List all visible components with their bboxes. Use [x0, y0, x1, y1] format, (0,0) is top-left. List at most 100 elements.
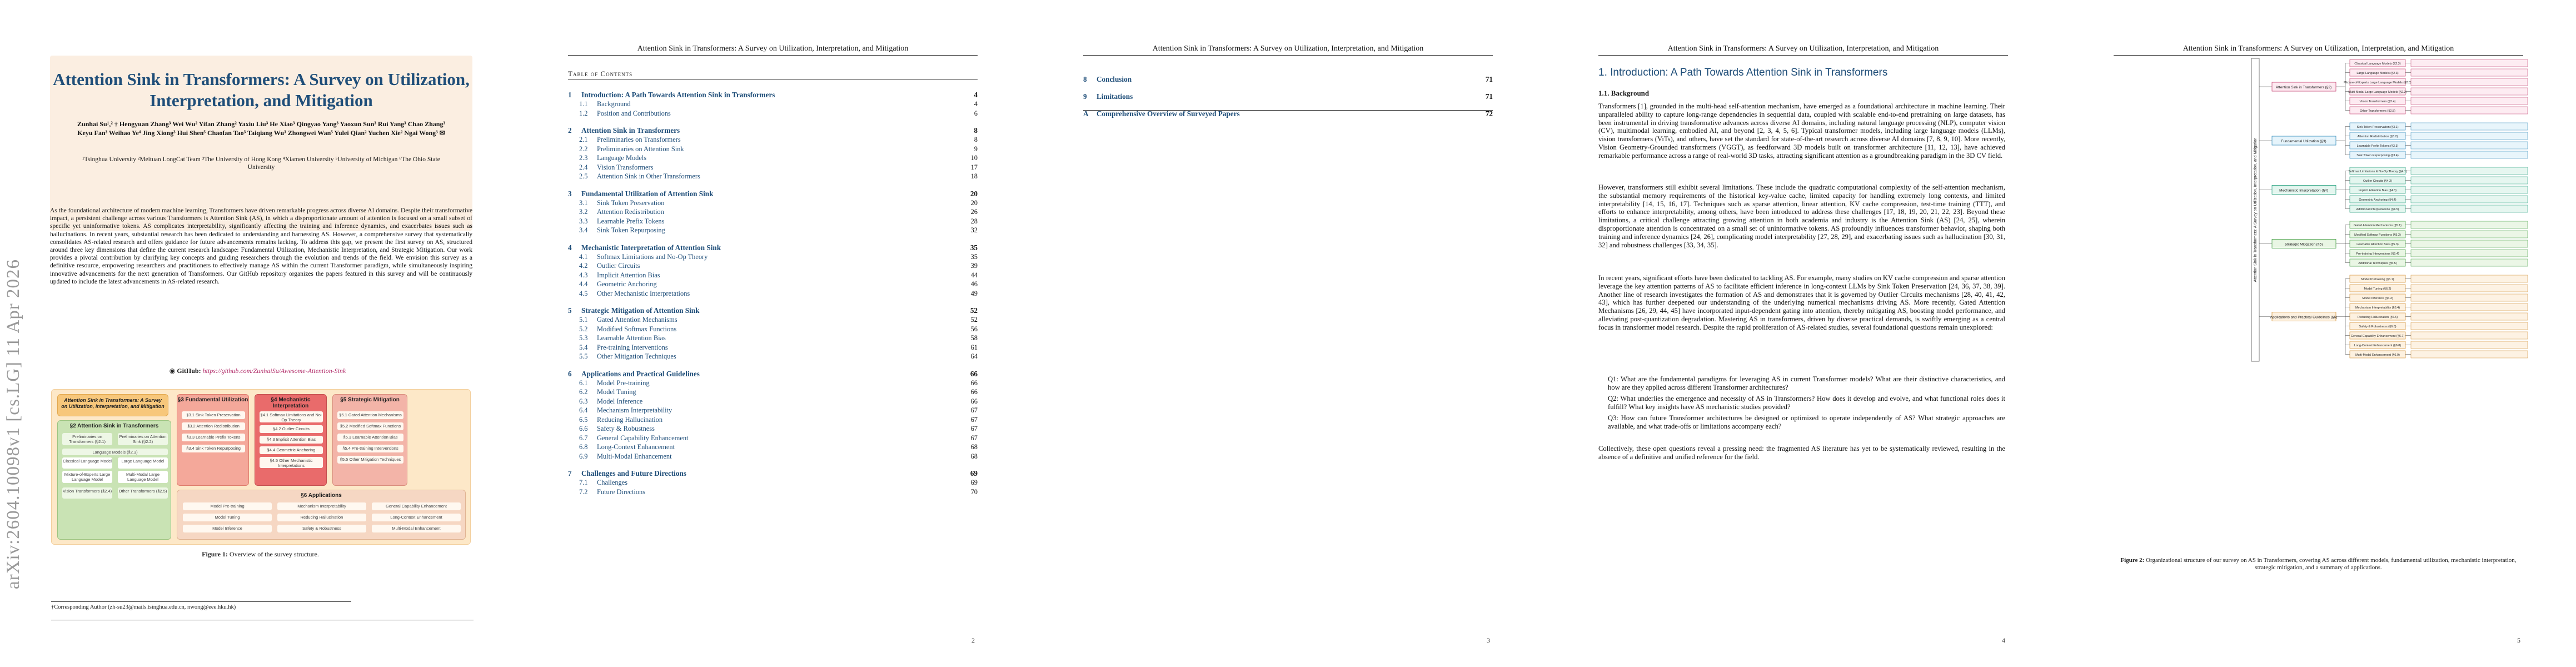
page-1: arXiv:2604.10098v1 [cs.LG] 11 Apr 2026 A… — [0, 0, 515, 667]
toc-title: Implicit Attention Bias — [597, 271, 660, 279]
leaf-label: Additional Interpretations (§4.5) — [2356, 208, 2399, 211]
toc-subsection[interactable]: 7.2 Future Directions 70 — [568, 487, 978, 497]
toc-subsection[interactable]: 2.5 Attention Sink in Other Transformers 1… — [568, 172, 978, 181]
fig1-s5-item: §5.3 Learnable Attention Bias — [337, 434, 403, 441]
toc-subsection[interactable]: 4.1 Softmax Limitations and No-Op Theory 3… — [568, 252, 978, 262]
toc-subsection[interactable]: 6.1 Model Pre-training 66 — [568, 379, 978, 388]
toc-section[interactable]: 3 Fundamental Utilization of Attention Si… — [568, 189, 978, 198]
toc-subsection[interactable]: 4.5 Other Mechanistic Interpretations 49 — [568, 289, 978, 298]
toc-subsection[interactable]: 7.1 Challenges 69 — [568, 478, 978, 487]
fig1-s2-item: Multi-Modal Large Language Model — [118, 471, 168, 483]
toc-subsection[interactable]: 3.4 Sink Token Repurposing 32 — [568, 226, 978, 235]
toc-section[interactable]: 1 Introduction: A Path Towards Attention … — [568, 90, 978, 99]
toc-page: 9 — [974, 145, 978, 153]
toc-subsection[interactable]: 4.3 Implicit Attention Bias 44 — [568, 271, 978, 280]
toc-number: 3.3 — [579, 217, 588, 225]
running-head: Attention Sink in Transformers: A Survey… — [568, 44, 978, 56]
paragraph-limitations: However, transformers still exhibit seve… — [1598, 183, 2005, 249]
toc-end-rule — [1083, 110, 1493, 111]
toc-number: 3.4 — [579, 226, 588, 234]
toc-subsection[interactable]: 5.4 Pre-training Interventions 61 — [568, 343, 978, 352]
branch-label: Applications and Practical Guidelines (§… — [2270, 316, 2337, 320]
toc-page: 67 — [970, 434, 978, 442]
toc-number: 9 — [1083, 92, 1087, 101]
toc-subsection[interactable]: 6.9 Multi-Modal Enhancement 68 — [568, 452, 978, 461]
toc-title: Sink Token Repurposing — [597, 226, 665, 234]
caption-text: Organizational structure of our survey o… — [2146, 557, 2517, 571]
toc-page: 69 — [970, 469, 978, 477]
toc-subsection[interactable]: 5.3 Learnable Attention Bias 58 — [568, 334, 978, 343]
toc-subsection[interactable]: 5.1 Gated Attention Mechanisms 52 — [568, 315, 978, 325]
github-link[interactable]: https://github.com/ZunhaiSu/Awesome-Atte… — [203, 367, 346, 375]
page-4: Attention Sink in Transformers: A Survey… — [1546, 0, 2061, 667]
toc-title: General Capability Enhancement — [597, 434, 689, 442]
toc-subsection[interactable]: 6.3 Model Inference 66 — [568, 397, 978, 406]
toc-section[interactable]: 2 Attention Sink in Transformers 8 — [568, 126, 978, 135]
toc-subsection[interactable]: 1.1 Background 4 — [568, 99, 978, 109]
toc-subsection[interactable]: 6.6 Safety & Robustness 67 — [568, 424, 978, 434]
citation-box — [2410, 195, 2528, 203]
toc-subsection[interactable]: 2.4 Vision Transformers 17 — [568, 163, 978, 172]
toc-title: Learnable Attention Bias — [597, 334, 666, 342]
toc-page: 17 — [970, 163, 978, 171]
fig1-s5-item: §5.1 Gated Attention Mechanisms — [337, 411, 403, 419]
toc-subsection[interactable]: 6.2 Model Tuning 66 — [568, 387, 978, 397]
toc-subsection[interactable]: 5.2 Modified Softmax Functions 56 — [568, 325, 978, 334]
toc-number: 7.1 — [579, 479, 588, 486]
leaf-label: Learnable Prefix Tokens (§3.3) — [2357, 145, 2399, 148]
toc-section[interactable]: 7 Challenges and Future Directions 69 — [568, 469, 978, 478]
toc-title: Challenges — [597, 479, 628, 486]
toc-section[interactable]: 9 Limitations 71 — [1083, 92, 1493, 101]
toc-number: 5 — [568, 306, 572, 315]
toc-title: Model Pre-training — [597, 379, 650, 387]
leaf-label: Other Transformers (§2.5) — [2360, 109, 2395, 113]
running-head: Attention Sink in Transformers: A Survey… — [1083, 44, 1493, 56]
toc-section[interactable]: 5 Strategic Mitigation of Attention Sink 5… — [568, 306, 978, 315]
fig1-s3-item: §3.3 Learnable Prefix Tokens — [182, 434, 245, 441]
github-line: ◉ GitHub: https://github.com/ZunhaiSu/Aw… — [0, 367, 515, 375]
toc-title: Outlier Circuits — [597, 262, 640, 270]
toc-subsection[interactable]: 6.7 General Capability Enhancement 67 — [568, 434, 978, 443]
citation-box — [2410, 186, 2528, 194]
toc-page: 56 — [970, 325, 978, 333]
fig1-s5-item: §5.2 Modified Softmax Functions — [337, 422, 403, 430]
toc-subsection[interactable]: 3.2 Attention Redistribution 26 — [568, 207, 978, 217]
toc-section[interactable]: 6 Applications and Practical Guidelines 66 — [568, 369, 978, 379]
toc-subsection[interactable]: 3.3 Learnable Prefix Tokens 28 — [568, 217, 978, 226]
page-2: Attention Sink in Transformers: A Survey… — [515, 0, 1030, 667]
page-number: 2 — [971, 636, 975, 644]
toc-section[interactable]: 4 Mechanistic Interpretation of Attention… — [568, 243, 978, 252]
toc-number: 5.1 — [579, 316, 588, 323]
toc-subsection[interactable]: 6.8 Long-Context Enhancement 68 — [568, 442, 978, 452]
toc-page: 10 — [970, 154, 978, 162]
toc-section[interactable]: 8 Conclusion 71 — [1083, 74, 1493, 84]
toc-number: 2.3 — [579, 154, 588, 162]
toc-subsection[interactable]: 2.2 Preliminaries on Attention Sink 9 — [568, 145, 978, 154]
toc-number: 1.1 — [579, 100, 588, 108]
toc-page: 68 — [970, 443, 978, 451]
toc-title: Strategic Mitigation of Attention Sink — [581, 306, 700, 315]
toc-number: 7.2 — [579, 487, 588, 496]
toc-number: 8 — [1083, 75, 1087, 83]
citation-box — [2410, 59, 2528, 67]
toc-subsection[interactable]: 2.3 Language Models 10 — [568, 153, 978, 163]
toc-subsection[interactable]: 5.5 Other Mitigation Techniques 64 — [568, 352, 978, 361]
github-label: GitHub: — [177, 367, 201, 375]
toc-subsection[interactable]: 2.1 Preliminaries on Transformers 8 — [568, 135, 978, 145]
toc-title: Attention Sink in Transformers — [581, 126, 680, 135]
toc-subsection[interactable]: 4.2 Outlier Circuits 39 — [568, 261, 978, 271]
toc-number: 6.1 — [579, 379, 588, 387]
leaf-label: Model Pretraining (§6.1) — [2361, 278, 2394, 281]
toc-page: 52 — [970, 306, 978, 315]
toc-subsection[interactable]: 6.5 Reducing Hallucination 67 — [568, 415, 978, 425]
toc-subsection[interactable]: 4.4 Geometric Anchoring 46 — [568, 280, 978, 289]
toc-subsection[interactable]: 3.1 Sink Token Preservation 20 — [568, 198, 978, 208]
toc-subsection[interactable]: 6.4 Mechanism Interpretability 67 — [568, 406, 978, 415]
toc-number: 6 — [568, 369, 572, 378]
toc-page: 66 — [970, 369, 978, 378]
toc-number: 6.9 — [579, 452, 588, 460]
toc-page: 49 — [970, 289, 978, 297]
fig1-s4-item: §4.4 Geometric Anchoring — [260, 446, 323, 454]
toc-subsection[interactable]: 1.2 Position and Contributions 6 — [568, 109, 978, 118]
paragraph-need: Collectively, these open questions revea… — [1598, 445, 2005, 461]
